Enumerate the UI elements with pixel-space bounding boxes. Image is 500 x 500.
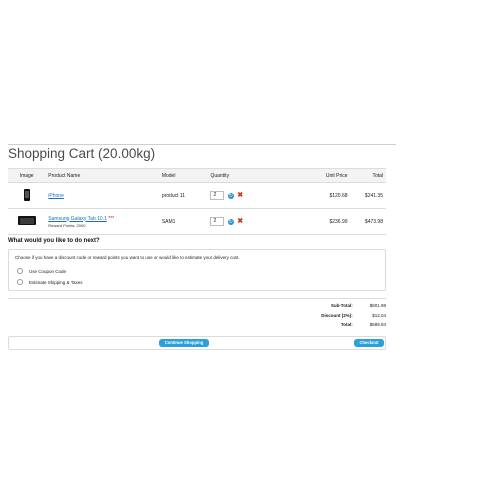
total-value: $589.94: [369, 322, 386, 327]
product-image-cell[interactable]: [8, 182, 46, 209]
cart-row: iPhone product 11 2 ↻ ✖ $120.68 $241.35: [8, 182, 386, 209]
column-header-model: Model: [158, 168, 208, 183]
next-steps-heading: What would you like to do next?: [8, 238, 100, 244]
stock-warning-stars: ***: [108, 215, 115, 222]
shipping-radio[interactable]: [17, 279, 23, 285]
top-divider: [8, 144, 396, 145]
column-header-image: Image: [8, 168, 46, 183]
page-title: Shopping Cart (20.00kg): [8, 146, 156, 161]
line-total: $241.35: [350, 182, 386, 209]
coupon-option[interactable]: Use Coupon Code: [17, 268, 66, 274]
cart-row: Samsung Galaxy Tab 10.1 *** Reward Point…: [8, 208, 386, 235]
next-steps-panel: Choose if you have a discount code or re…: [8, 249, 386, 291]
product-link[interactable]: Samsung Galaxy Tab 10.1: [48, 216, 107, 222]
cart-header-row: Image Product Name Model Quantity Unit P…: [8, 168, 386, 183]
remove-icon[interactable]: ✖: [237, 218, 243, 225]
quantity-input[interactable]: 2: [210, 191, 225, 200]
total-label: Total:: [340, 322, 353, 327]
shipping-option[interactable]: Estimate Shipping & Taxes: [17, 279, 82, 285]
product-model: product 11: [158, 182, 208, 209]
subtotal-label: Sub-Total:: [330, 303, 353, 308]
column-header-quantity: Quantity: [207, 168, 274, 183]
cart-table: Image Product Name Model Quantity Unit P…: [8, 168, 386, 235]
subtotal-row: Sub-Total: $601.98: [331, 303, 386, 308]
next-steps-description: Choose if you have a discount code or re…: [15, 255, 240, 260]
discount-label: Discount (2%):: [321, 313, 353, 318]
line-total: $473.98: [350, 208, 386, 235]
discount-row: Discount (2%): $12.04: [321, 313, 386, 318]
discount-value: $12.04: [372, 313, 386, 318]
column-header-unit-price: Unit Price: [273, 168, 351, 183]
coupon-radio[interactable]: [17, 268, 23, 274]
reward-points-note: Reward Points: 2000: [48, 222, 86, 228]
unit-price: $120.68: [273, 182, 351, 209]
smartphone-thumbnail[interactable]: [23, 188, 30, 201]
continue-shopping-button[interactable]: Continue Shopping: [159, 339, 209, 347]
quantity-input[interactable]: 2: [210, 217, 225, 226]
coupon-option-label[interactable]: Use Coupon Code: [29, 269, 66, 274]
subtotal-value: $601.98: [369, 303, 386, 308]
shipping-option-label[interactable]: Estimate Shipping & Taxes: [29, 280, 82, 285]
total-row: Total: $589.94: [341, 322, 386, 327]
unit-price: $236.99: [273, 208, 351, 235]
refresh-icon[interactable]: ↻: [227, 218, 234, 225]
totals-divider: [8, 298, 386, 299]
refresh-icon[interactable]: ↻: [227, 192, 234, 199]
column-header-product-name: Product Name: [45, 168, 159, 183]
remove-icon[interactable]: ✖: [237, 192, 243, 199]
column-header-total: Total: [350, 168, 386, 183]
checkout-button[interactable]: Checkout: [354, 339, 384, 347]
product-link[interactable]: iPhone: [48, 193, 64, 199]
product-model: SAM1: [158, 208, 208, 235]
product-image-cell[interactable]: [8, 208, 46, 235]
cart-buttons-bar: Continue Shopping Checkout: [8, 336, 386, 350]
tablet-thumbnail[interactable]: [17, 216, 36, 225]
